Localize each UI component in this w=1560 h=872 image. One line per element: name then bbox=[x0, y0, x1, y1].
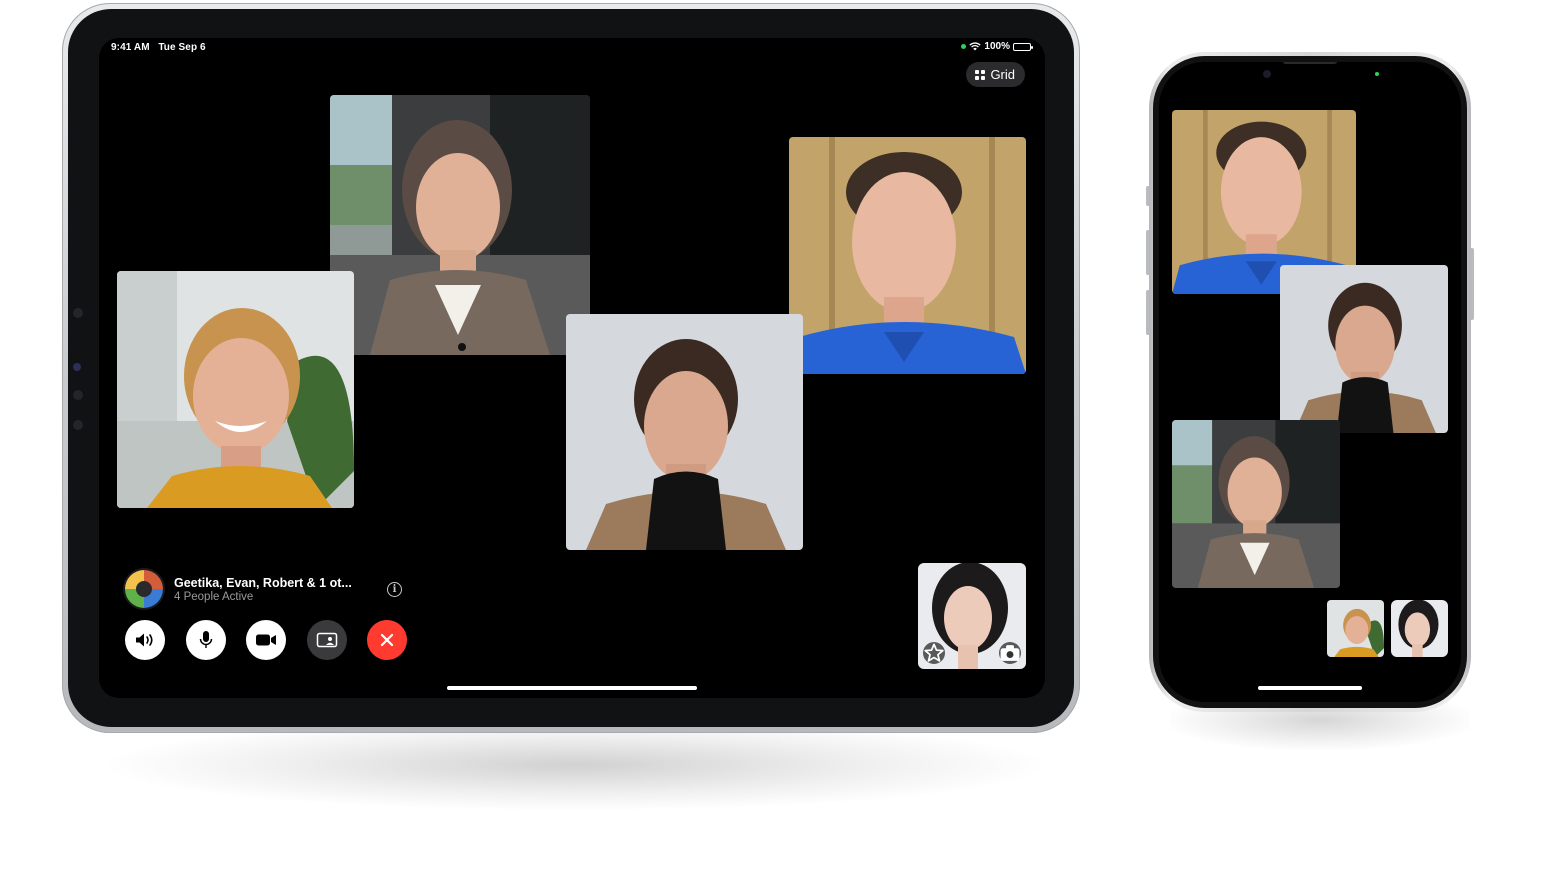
camera-flip-icon bbox=[1000, 645, 1020, 661]
participant-video bbox=[1172, 420, 1340, 588]
group-avatar[interactable] bbox=[125, 570, 163, 608]
grid-button-label: Grid bbox=[990, 67, 1015, 82]
participant-tile[interactable] bbox=[1172, 420, 1340, 588]
product-render: 9:41 AM Tue Sep 6 100% Grid Geetika, Eva… bbox=[0, 0, 1560, 872]
wifi-icon bbox=[969, 42, 982, 51]
call-title: Geetika, Evan, Robert & 1 ot... bbox=[174, 576, 352, 590]
end-call-button[interactable] bbox=[367, 620, 407, 660]
home-indicator[interactable] bbox=[447, 686, 697, 690]
info-icon: i bbox=[392, 584, 397, 595]
status-bar-right: 100% bbox=[961, 41, 1033, 52]
call-subtitle: 4 People Active bbox=[174, 591, 254, 603]
iphone-front-camera bbox=[1263, 70, 1271, 78]
participant-video bbox=[566, 314, 803, 550]
participant-video bbox=[1280, 265, 1448, 433]
participant-tile[interactable] bbox=[1327, 600, 1384, 657]
participant-tile[interactable] bbox=[566, 314, 803, 550]
participant-video bbox=[1327, 600, 1384, 657]
ipad-facetime-screen: 9:41 AM Tue Sep 6 100% Grid Geetika, Eva… bbox=[99, 38, 1045, 698]
speaker-button[interactable] bbox=[125, 620, 165, 660]
participant-tile[interactable] bbox=[117, 271, 354, 508]
ipad-sensor-dot bbox=[73, 308, 83, 318]
close-icon bbox=[380, 633, 394, 647]
self-view-tile[interactable] bbox=[918, 563, 1026, 669]
effects-button[interactable] bbox=[923, 642, 945, 664]
effects-star-icon bbox=[924, 643, 944, 662]
participant-video bbox=[117, 271, 354, 508]
battery-icon bbox=[1013, 42, 1033, 51]
ipad-shadow bbox=[110, 720, 1040, 810]
ipad-sensor-dot bbox=[73, 420, 83, 430]
camera-in-use-indicator bbox=[961, 44, 967, 49]
self-view-video bbox=[1391, 600, 1448, 657]
video-camera-icon bbox=[256, 634, 276, 646]
camera-in-use-indicator bbox=[1375, 72, 1379, 76]
shareplay-icon bbox=[316, 632, 338, 648]
participant-tile[interactable] bbox=[789, 137, 1026, 374]
iphone-speaker-grille bbox=[1283, 62, 1337, 64]
ipad-camera-dot bbox=[73, 363, 81, 371]
self-view-tile[interactable] bbox=[1391, 600, 1448, 657]
status-time: 9:41 AM bbox=[111, 42, 150, 53]
status-date: Tue Sep 6 bbox=[158, 42, 206, 53]
participant-tile[interactable] bbox=[330, 95, 590, 355]
participant-video bbox=[789, 137, 1026, 374]
camera-button[interactable] bbox=[246, 620, 286, 660]
mute-button[interactable] bbox=[186, 620, 226, 660]
participant-video bbox=[330, 95, 590, 355]
home-indicator[interactable] bbox=[1258, 686, 1362, 690]
status-bar-left: 9:41 AM Tue Sep 6 bbox=[111, 42, 206, 53]
grid-layout-button[interactable]: Grid bbox=[966, 62, 1025, 87]
iphone-facetime-screen bbox=[1159, 62, 1461, 702]
battery-percentage: 100% bbox=[984, 41, 1010, 52]
info-button[interactable]: i bbox=[387, 582, 402, 597]
participant-tile[interactable] bbox=[1280, 265, 1448, 433]
shareplay-button[interactable] bbox=[307, 620, 347, 660]
grid-icon bbox=[975, 69, 986, 80]
speaker-icon bbox=[136, 633, 153, 647]
flip-camera-button[interactable] bbox=[999, 642, 1021, 664]
microphone-icon bbox=[199, 631, 213, 648]
ipad-sensor-dot bbox=[73, 390, 83, 400]
